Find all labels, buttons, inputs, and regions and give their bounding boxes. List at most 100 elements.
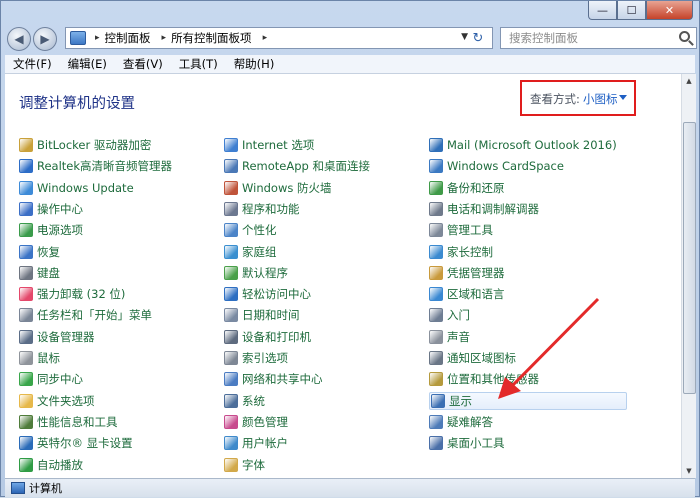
control-panel-item[interactable]: 声音 — [429, 328, 470, 346]
control-panel-item[interactable]: 索引选项 — [224, 349, 288, 367]
control-panel-item[interactable]: 文件夹选项 — [19, 392, 95, 410]
control-panel-item[interactable]: 设备管理器 — [19, 328, 95, 346]
control-panel-item[interactable]: 轻松访问中心 — [224, 285, 311, 303]
breadcrumb-control-panel[interactable]: 控制面板 — [105, 30, 151, 46]
forward-button[interactable]: ▶ — [33, 27, 57, 51]
search-input[interactable]: 搜索控制面板 — [500, 27, 697, 49]
notification-icon — [429, 351, 443, 365]
menu-tools[interactable]: 工具(T) — [171, 56, 226, 72]
intel-graphics-icon — [19, 436, 33, 451]
control-panel-item[interactable]: 操作中心 — [19, 200, 83, 218]
control-panel-item[interactable]: 桌面小工具 — [429, 434, 505, 452]
control-panel-item[interactable]: 自动播放 — [19, 456, 83, 474]
control-panel-item[interactable]: 通知区域图标 — [429, 349, 516, 367]
caption-buttons: — ☐ ✕ — [588, 1, 693, 20]
control-panel-item[interactable]: 显示 — [429, 391, 627, 410]
control-panel-item[interactable]: 字体 — [224, 456, 265, 474]
control-panel-item-label: 个性化 — [242, 223, 277, 238]
control-panel-item[interactable]: 网络和共享中心 — [224, 370, 323, 388]
breadcrumb-all-items[interactable]: 所有控制面板项 — [171, 30, 252, 46]
control-panel-item[interactable]: 用户帐户 — [224, 434, 288, 452]
globe-icon — [429, 287, 443, 302]
control-panel-item[interactable]: Windows 防火墙 — [224, 179, 332, 197]
control-panel-item[interactable]: 英特尔® 显卡设置 — [19, 434, 133, 452]
control-panel-item-label: 性能信息和工具 — [37, 414, 118, 429]
breadcrumb-separator: ▸ — [95, 33, 100, 43]
control-panel-item[interactable]: 备份和还原 — [429, 179, 505, 197]
user-accounts-icon — [224, 436, 238, 451]
menu-view[interactable]: 查看(V) — [115, 56, 171, 72]
address-bar[interactable]: ▸ 控制面板 ▸ 所有控制面板项 ▸ ▼ — [65, 27, 493, 49]
view-by-dropdown[interactable]: 小图标 — [583, 91, 618, 107]
chevron-down-icon[interactable] — [619, 95, 627, 100]
control-panel-item[interactable]: 键盘 — [19, 264, 60, 282]
control-panel-item[interactable]: 家庭组 — [224, 243, 277, 261]
control-panel-item[interactable]: 颜色管理 — [224, 413, 288, 431]
view-by-selector[interactable]: 查看方式: 小图标 — [520, 80, 636, 116]
control-panel-item[interactable]: 任务栏和「开始」菜单 — [19, 306, 152, 324]
control-panel-item[interactable]: BitLocker 驱动器加密 — [19, 136, 151, 154]
control-panel-item-label: 备份和还原 — [447, 180, 505, 195]
control-panel-item[interactable]: 默认程序 — [224, 264, 288, 282]
control-panel-item[interactable]: Internet 选项 — [224, 136, 314, 154]
control-panel-item[interactable]: 恢复 — [19, 243, 60, 261]
control-panel-item[interactable]: 日期和时间 — [224, 306, 300, 324]
menu-file[interactable]: 文件(F) — [5, 56, 60, 72]
control-panel-item[interactable]: 个性化 — [224, 221, 277, 239]
control-panel-item[interactable]: 鼠标 — [19, 349, 60, 367]
taskbar-icon — [19, 308, 33, 323]
bitlocker-icon — [19, 138, 33, 152]
control-panel-item[interactable]: 凭据管理器 — [429, 264, 505, 282]
control-panel-item[interactable]: Windows CardSpace — [429, 157, 564, 175]
minimize-button[interactable]: — — [588, 1, 617, 20]
control-panel-item-label: 索引选项 — [242, 351, 288, 365]
fonts-icon — [224, 457, 238, 472]
flag-icon — [19, 201, 33, 216]
scrollbar-thumb[interactable] — [683, 122, 696, 394]
control-panel-item-label: 通知区域图标 — [447, 351, 516, 365]
control-panel-item[interactable]: 入门 — [429, 306, 470, 324]
control-panel-item-label: 区域和语言 — [447, 287, 505, 302]
control-panel-item-label: 用户帐户 — [242, 436, 288, 451]
control-panel-item-label: 键盘 — [37, 265, 60, 280]
control-panel-item-label: 凭据管理器 — [447, 265, 505, 280]
breadcrumb-separator: ▸ — [262, 33, 268, 43]
control-panel-item[interactable]: 家长控制 — [429, 243, 493, 261]
control-panel-item[interactable]: Windows Update — [19, 179, 134, 197]
maximize-button[interactable]: ☐ — [617, 1, 646, 20]
menu-edit[interactable]: 编辑(E) — [60, 56, 115, 72]
control-panel-item[interactable]: 强力卸载 (32 位) — [19, 285, 125, 303]
navigation-bar: ◀ ▶ ▸ 控制面板 ▸ 所有控制面板项 ▸ ▼ ↻ 搜索控制面板 — [5, 23, 697, 53]
admin-tools-icon — [429, 223, 443, 238]
control-panel-item[interactable]: 程序和功能 — [224, 200, 300, 218]
control-panel-item[interactable]: 同步中心 — [19, 370, 83, 388]
control-panel-content: 调整计算机的设置 查看方式: 小图标 BitLocker 驱动器加密 Realte… — [5, 74, 681, 478]
control-panel-item[interactable]: Mail (Microsoft Outlook 2016) — [429, 136, 617, 154]
control-panel-item[interactable]: 电话和调制解调器 — [429, 200, 539, 218]
control-panel-item-label: Windows 防火墙 — [242, 180, 332, 195]
control-panel-item[interactable]: 区域和语言 — [429, 285, 505, 303]
control-panel-item[interactable]: 电源选项 — [19, 221, 83, 239]
vertical-scrollbar[interactable]: ▲ ▼ — [681, 74, 696, 478]
control-panel-item[interactable]: 性能信息和工具 — [19, 413, 118, 431]
control-panel-item[interactable]: 位置和其他传感器 — [429, 370, 539, 388]
scroll-up-icon[interactable]: ▲ — [682, 74, 696, 88]
control-panel-item[interactable]: Realtek高清晰音频管理器 — [19, 157, 172, 175]
menu-help[interactable]: 帮助(H) — [226, 56, 283, 72]
realtek-audio-icon — [19, 159, 33, 174]
sound-icon — [429, 329, 443, 344]
control-panel-item[interactable]: 管理工具 — [429, 221, 493, 239]
control-panel-item[interactable]: 设备和打印机 — [224, 328, 311, 346]
breadcrumb-separator: ▸ — [161, 33, 167, 43]
search-icon[interactable] — [679, 31, 690, 42]
control-panel-window: — ☐ ✕ ◀ ▶ ▸ 控制面板 ▸ 所有控制面板项 ▸ ▼ ↻ 搜索控制面板 … — [0, 0, 700, 497]
scroll-down-icon[interactable]: ▼ — [682, 464, 696, 478]
close-button[interactable]: ✕ — [646, 1, 693, 20]
back-button[interactable]: ◀ — [7, 27, 31, 51]
control-panel-item[interactable]: RemoteApp 和桌面连接 — [224, 157, 370, 175]
control-panel-item[interactable]: 系统 — [224, 392, 265, 410]
refresh-icon[interactable]: ↻ — [467, 28, 489, 48]
control-panel-item-label: 家长控制 — [447, 244, 493, 259]
control-panel-item[interactable]: 疑难解答 — [429, 413, 493, 431]
default-programs-icon — [224, 265, 238, 280]
